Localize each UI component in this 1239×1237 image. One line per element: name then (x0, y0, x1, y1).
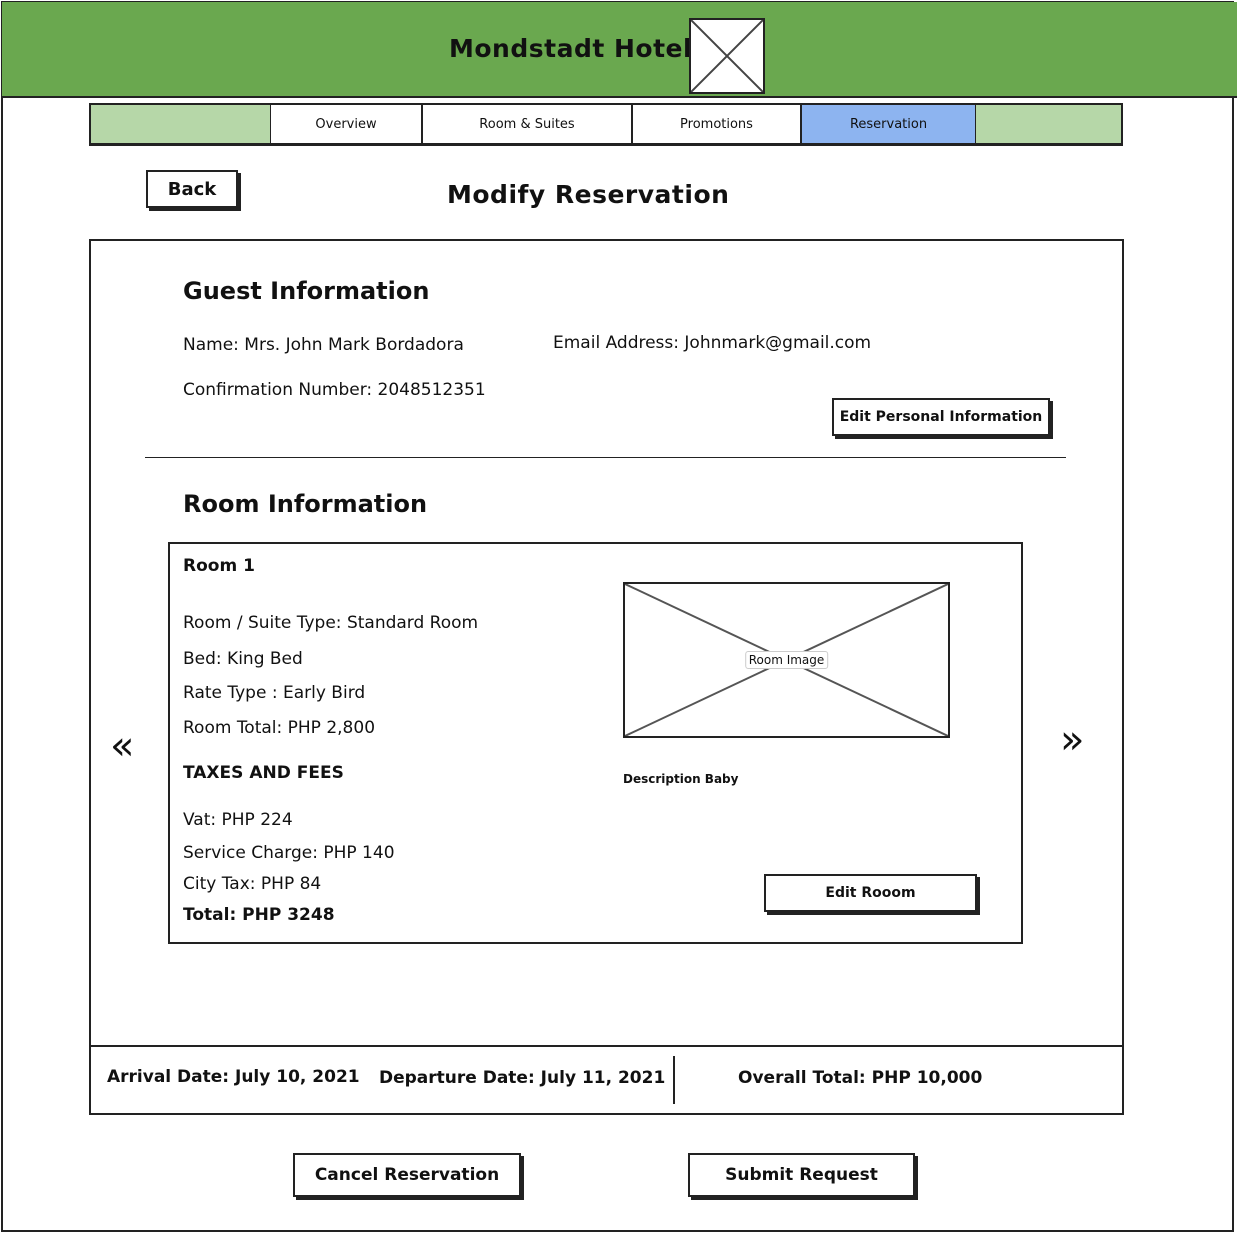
overall-total: Overall Total: PHP 10,000 (738, 1068, 983, 1088)
nav-bar: Overview Room & Suites Promotions Reserv… (89, 103, 1123, 146)
room-suite-type: Room / Suite Type: Standard Room (183, 613, 479, 633)
cancel-reservation-button[interactable]: Cancel Reservation (293, 1153, 521, 1197)
section-divider (145, 457, 1066, 458)
confirmation-number: Confirmation Number: 2048512351 (183, 380, 486, 400)
room-description: Description Baby (623, 772, 739, 786)
room-image-label: Room Image (744, 651, 829, 669)
tab-overview[interactable]: Overview (270, 105, 422, 143)
summary-separator (673, 1056, 675, 1104)
tab-promotions[interactable]: Promotions (632, 105, 801, 143)
hotel-name: Mondstadt Hotel (449, 34, 693, 63)
submit-request-button[interactable]: Submit Request (688, 1153, 915, 1197)
room-rate-type: Rate Type : Early Bird (183, 683, 366, 703)
tab-reservation[interactable]: Reservation (801, 105, 976, 143)
room-total: Room Total: PHP 2,800 (183, 718, 376, 738)
back-button[interactable]: Back (146, 170, 238, 208)
room-bed: Bed: King Bed (183, 649, 303, 669)
room-image-placeholder-icon: Room Image (623, 582, 950, 738)
room-card-title: Room 1 (183, 556, 255, 576)
arrival-date: Arrival Date: July 10, 2021 (107, 1067, 360, 1087)
guest-info-title: Guest Information (183, 277, 430, 305)
guest-name: Name: Mrs. John Mark Bordadora (183, 335, 464, 355)
departure-date: Departure Date: July 11, 2021 (379, 1068, 666, 1088)
guest-email: Email Address: Johnmark@gmail.com (553, 333, 872, 353)
logo-image-placeholder-icon (689, 18, 765, 94)
room-grand-total: Total: PHP 3248 (183, 905, 335, 925)
tab-room-suites[interactable]: Room & Suites (422, 105, 632, 143)
header-bar: Mondstadt Hotel (2, 2, 1237, 98)
room-info-title: Room Information (183, 490, 428, 518)
edit-room-button[interactable]: Edit Rooom (764, 874, 977, 912)
vat-amount: Vat: PHP 224 (183, 810, 293, 830)
edit-personal-info-button[interactable]: Edit Personal Information (832, 398, 1050, 436)
page-title: Modify Reservation (447, 180, 730, 209)
prev-room-chevron-left-icon[interactable]: « (110, 726, 134, 766)
next-room-chevron-right-icon[interactable]: » (1060, 720, 1084, 760)
taxes-fees-title: TAXES AND FEES (183, 763, 344, 783)
city-tax-amount: City Tax: PHP 84 (183, 874, 322, 894)
service-charge-amount: Service Charge: PHP 140 (183, 843, 395, 863)
